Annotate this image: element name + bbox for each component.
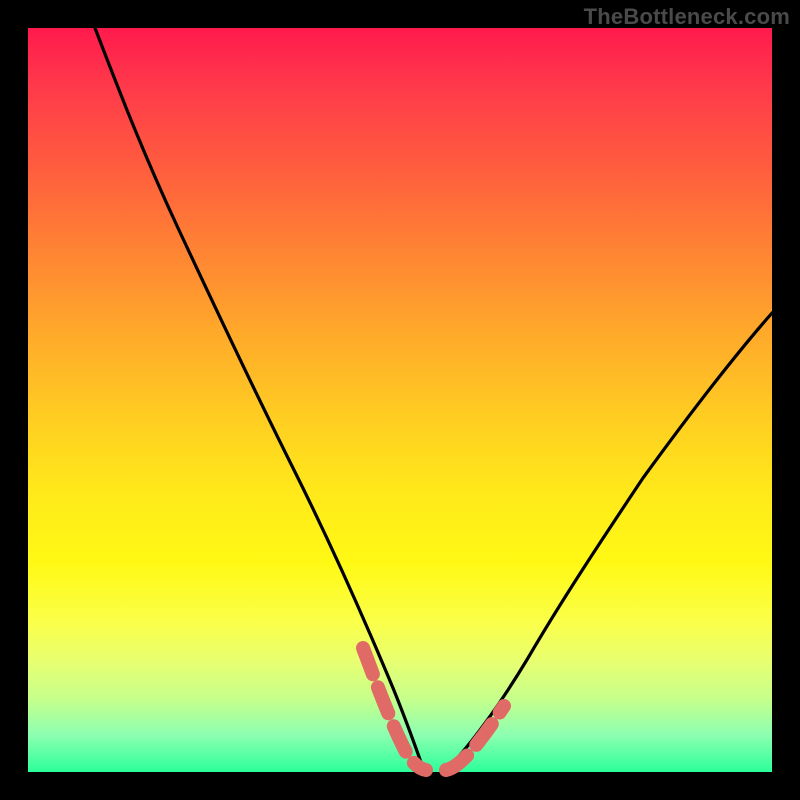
chart-frame: TheBottleneck.com [0,0,800,800]
watermark-text: TheBottleneck.com [584,4,790,30]
highlight-right [446,706,504,770]
curve-layer [28,28,772,772]
curve-right [448,313,772,768]
